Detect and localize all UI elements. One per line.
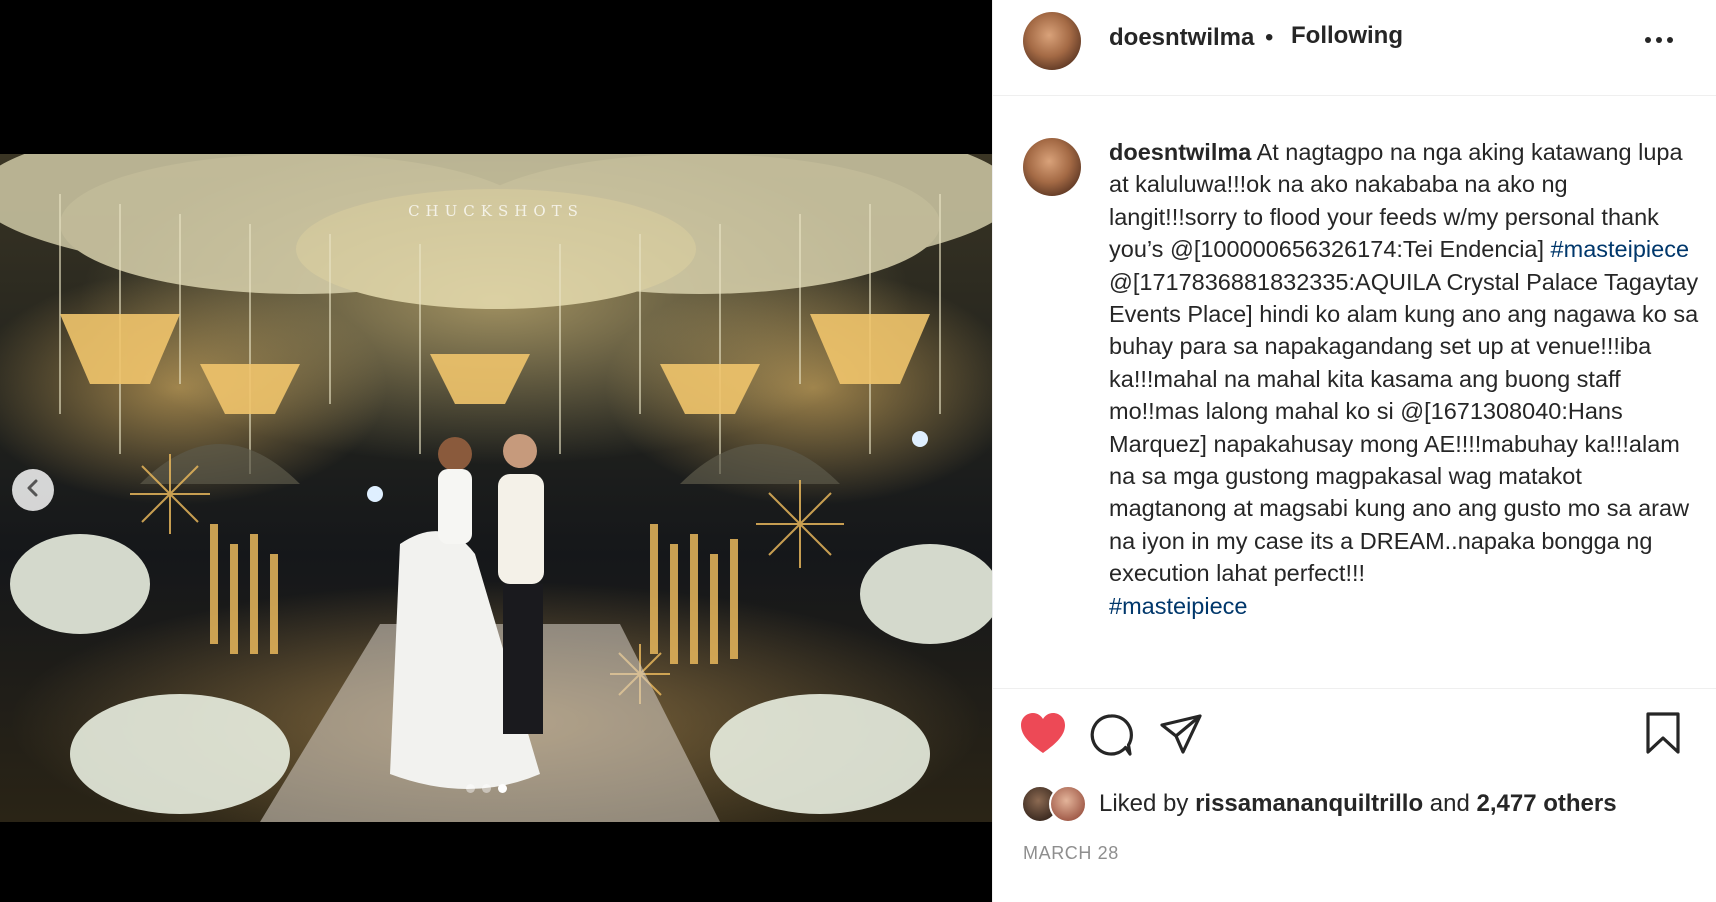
caption-username[interactable]: doesntwilma xyxy=(1109,139,1251,165)
post-media: CHUCKSHOTS xyxy=(0,0,992,902)
post-header: doesntwilma • Following xyxy=(993,0,1716,96)
carousel-dot xyxy=(466,784,475,793)
post-caption: doesntwilma At nagtagpo na nga aking kat… xyxy=(1109,136,1699,622)
carousel-prev-button[interactable] xyxy=(12,469,54,511)
caption-section: doesntwilma At nagtagpo na nga aking kat… xyxy=(993,96,1716,688)
more-dots-icon xyxy=(1644,31,1674,49)
photo-watermark: CHUCKSHOTS xyxy=(408,202,584,220)
caption-avatar[interactable] xyxy=(1023,138,1081,196)
more-options-button[interactable] xyxy=(1642,28,1676,52)
post-date[interactable]: MARCH 28 xyxy=(1023,843,1119,864)
carousel-dot xyxy=(482,784,491,793)
hashtag-link[interactable]: #masteipiece xyxy=(1109,593,1247,619)
author-username[interactable]: doesntwilma xyxy=(1109,24,1254,52)
likes-connector: and xyxy=(1429,790,1470,817)
header-separator: • xyxy=(1265,24,1274,51)
caption-text: @[1717836881832335:AQUILA Crystal Palace… xyxy=(1109,268,1699,587)
following-button[interactable]: Following xyxy=(1291,22,1403,50)
photo-illustration xyxy=(0,154,992,822)
wedding-photo: CHUCKSHOTS xyxy=(0,154,992,822)
save-button[interactable] xyxy=(1645,711,1681,760)
carousel-indicator xyxy=(466,784,507,793)
post-viewer: CHUCKSHOTS doesntwilma • Following doesn… xyxy=(0,0,1716,902)
share-icon xyxy=(1159,714,1203,759)
comment-button[interactable] xyxy=(1089,713,1133,762)
author-avatar[interactable] xyxy=(1023,12,1081,70)
bookmark-icon xyxy=(1645,712,1681,759)
heart-icon xyxy=(1019,713,1067,759)
share-button[interactable] xyxy=(1159,713,1203,760)
likes-others-link[interactable]: 2,477 others xyxy=(1477,790,1617,817)
like-button[interactable] xyxy=(1019,711,1067,760)
chevron-left-icon xyxy=(24,479,42,502)
comment-icon xyxy=(1089,714,1133,761)
likes-summary: Liked by rissamananquiltrillo and 2,477 … xyxy=(1021,785,1617,823)
liker-username[interactable]: rissamananquiltrillo xyxy=(1195,790,1423,817)
liker-avatars[interactable] xyxy=(1021,785,1087,823)
action-bar: Liked by rissamananquiltrillo and 2,477 … xyxy=(993,688,1716,902)
hashtag-link[interactable]: #masteipiece xyxy=(1551,236,1689,262)
liker-avatar xyxy=(1049,785,1087,823)
carousel-dot-active xyxy=(498,784,507,793)
likes-prefix: Liked by xyxy=(1099,790,1189,817)
post-panel: doesntwilma • Following doesntwilma At n… xyxy=(992,0,1716,902)
